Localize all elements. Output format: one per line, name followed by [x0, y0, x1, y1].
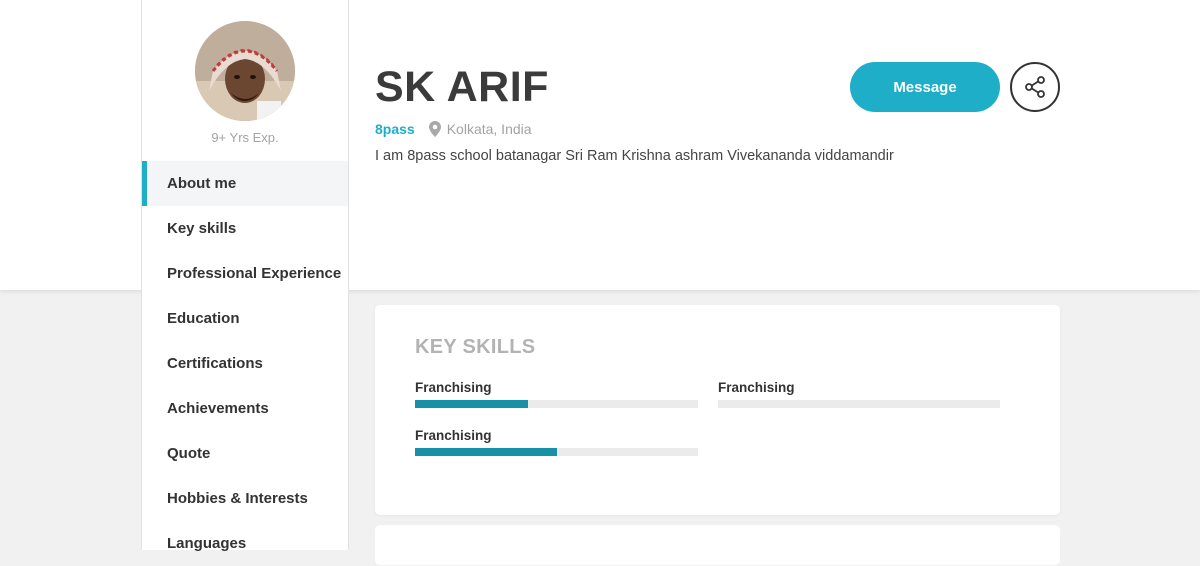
- sidebar-item-key-skills[interactable]: Key skills: [142, 206, 348, 251]
- profile-meta: 8pass Kolkata, India: [375, 121, 532, 137]
- profile-bio: I am 8pass school batanagar Sri Ram Kris…: [375, 148, 894, 164]
- sidebar-item-education[interactable]: Education: [142, 296, 348, 341]
- sidebar-item-achievements[interactable]: Achievements: [142, 386, 348, 431]
- skill-item: Franchising: [415, 428, 698, 456]
- skill-progress-track: [415, 448, 698, 456]
- avatar: [195, 21, 295, 121]
- profile-sidebar: 9+ Yrs Exp. About me Key skills Professi…: [141, 0, 349, 552]
- skill-progress-fill: [415, 448, 557, 456]
- key-skills-title: KEY SKILLS: [415, 336, 536, 358]
- share-button[interactable]: [1010, 62, 1060, 112]
- next-section-card: [375, 525, 1060, 565]
- skill-progress-track: [718, 400, 1000, 408]
- profile-name: SK ARIF: [375, 63, 549, 111]
- sidebar-item-hobbies-interests[interactable]: Hobbies & Interests: [142, 476, 348, 521]
- experience-text: 9+ Yrs Exp.: [211, 130, 279, 145]
- share-icon: [1023, 75, 1047, 99]
- sidebar-item-certifications[interactable]: Certifications: [142, 341, 348, 386]
- skill-progress-fill: [415, 400, 529, 408]
- skill-label: Franchising: [415, 428, 492, 443]
- key-skills-card: KEY SKILLS Franchising Franchising Franc…: [375, 305, 1060, 515]
- sidebar-item-about-me[interactable]: About me: [142, 161, 348, 206]
- location-text: Kolkata, India: [446, 121, 532, 137]
- message-button[interactable]: Message: [850, 62, 1000, 112]
- sidebar-item-languages[interactable]: Languages: [142, 521, 348, 566]
- skill-progress-track: [415, 400, 698, 408]
- qualification-text: 8pass: [375, 121, 415, 137]
- skill-item: Franchising: [415, 380, 698, 408]
- sidebar-nav: About me Key skills Professional Experie…: [142, 161, 348, 566]
- location-pin-icon: [428, 121, 441, 137]
- skill-label: Franchising: [415, 380, 492, 395]
- sidebar-item-professional-experience[interactable]: Professional Experience: [142, 251, 348, 296]
- skill-item: Franchising: [718, 380, 1000, 408]
- skill-label: Franchising: [718, 380, 795, 395]
- sidebar-item-quote[interactable]: Quote: [142, 431, 348, 476]
